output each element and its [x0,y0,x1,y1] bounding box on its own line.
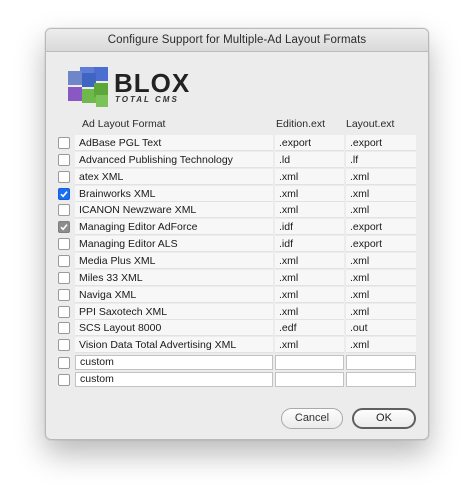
window-title: Configure Support for Multiple-Ad Layout… [46,29,428,52]
format-layout-ext: .xml [346,286,416,303]
format-checkbox[interactable] [58,221,70,234]
format-edition-ext: .xml [275,286,344,303]
format-row: Managing Editor AdForce .idf .export [46,219,428,236]
format-edition-ext: .xml [275,303,344,320]
format-checkbox[interactable] [58,137,70,149]
format-row: Vision Data Total Advertising XML .xml .xm… [46,337,428,354]
format-name: Media Plus XML [75,252,273,269]
format-name: AdBase PGL Text [75,135,273,151]
column-header-layout: Layout.ext [346,118,395,130]
cancel-button[interactable]: Cancel [281,408,343,429]
format-name: PPI Saxotech XML [75,303,273,320]
format-checkbox[interactable] [58,153,70,166]
custom-format-checkbox[interactable] [58,374,70,387]
format-layout-ext: .out [346,320,416,337]
format-checkbox[interactable] [58,288,70,301]
custom-edition-ext-input[interactable] [275,372,344,388]
format-checkbox[interactable] [58,187,70,200]
format-checkbox[interactable] [58,170,70,183]
blox-cubes-icon [68,67,108,107]
format-checkbox[interactable] [58,254,70,267]
format-name: SCS Layout 8000 [75,320,273,337]
blox-logo: BLOX TOTAL CMS [66,65,189,109]
format-layout-ext: .export [346,219,416,236]
format-edition-ext: .xml [275,185,344,202]
format-name: Miles 33 XML [75,269,273,286]
format-edition-ext: .ld [275,151,344,168]
logo-subtitle: TOTAL CMS [115,95,179,104]
format-name: Managing Editor ALS [75,236,273,253]
column-header-format: Ad Layout Format [82,118,166,130]
format-name: Vision Data Total Advertising XML [75,337,273,354]
checkmark-icon [60,224,68,231]
format-checkbox[interactable] [58,339,70,352]
format-name: ICANON Newzware XML [75,202,273,219]
format-row: Brainworks XML .xml .xml [46,185,428,203]
format-layout-ext: .lf [346,151,416,168]
format-edition-ext: .xml [275,269,344,286]
format-layout-ext: .export [346,135,416,151]
format-row: ICANON Newzware XML .xml .xml [46,202,428,219]
format-checkbox[interactable] [58,238,70,251]
format-row: Managing Editor ALS .idf .export [46,236,428,253]
format-layout-ext: .xml [346,202,416,219]
custom-format-checkbox[interactable] [58,357,70,370]
format-checkbox[interactable] [58,322,70,335]
custom-format-row [46,355,428,372]
configure-dialog: Configure Support for Multiple-Ad Layout… [45,28,429,440]
format-row: PPI Saxotech XML .xml .xml [46,303,428,321]
format-edition-ext: .xml [275,337,344,354]
format-name: Managing Editor AdForce [75,219,273,236]
format-row: Naviga XML .xml .xml [46,286,428,304]
format-edition-ext: .xml [275,168,344,185]
format-name: atex XML [75,168,273,185]
format-row: Miles 33 XML .xml .xml [46,269,428,287]
format-checkbox[interactable] [58,271,70,284]
format-row: Advanced Publishing Technology .ld .lf [46,151,428,169]
custom-format-row [46,372,428,389]
format-layout-ext: .xml [346,303,416,320]
format-name: Naviga XML [75,286,273,303]
checkmark-icon [60,190,68,198]
custom-layout-ext-input[interactable] [346,372,416,388]
custom-format-name-input[interactable] [75,372,273,388]
custom-format-name-input[interactable] [75,355,273,371]
format-edition-ext: .xml [275,252,344,269]
format-checkbox[interactable] [58,204,70,217]
format-layout-ext: .xml [346,185,416,202]
format-name: Advanced Publishing Technology [75,151,273,168]
format-layout-ext: .xml [346,168,416,185]
format-row: SCS Layout 8000 .edf .out [46,320,428,337]
format-row: atex XML .xml .xml [46,168,428,186]
format-layout-ext: .xml [346,337,416,354]
ok-button[interactable]: OK [352,408,416,429]
format-edition-ext: .edf [275,320,344,337]
format-edition-ext: .xml [275,202,344,219]
format-checkbox[interactable] [58,305,70,318]
format-edition-ext: .idf [275,236,344,253]
custom-layout-ext-input[interactable] [346,355,416,371]
format-edition-ext: .idf [275,219,344,236]
format-layout-ext: .xml [346,252,416,269]
format-row: Media Plus XML .xml .xml [46,252,428,270]
column-header-edition: Edition.ext [276,118,326,130]
format-row: AdBase PGL Text .export .export [46,135,428,152]
format-edition-ext: .export [275,135,344,151]
format-name: Brainworks XML [75,185,273,202]
custom-edition-ext-input[interactable] [275,355,344,371]
format-layout-ext: .xml [346,269,416,286]
format-layout-ext: .export [346,236,416,253]
